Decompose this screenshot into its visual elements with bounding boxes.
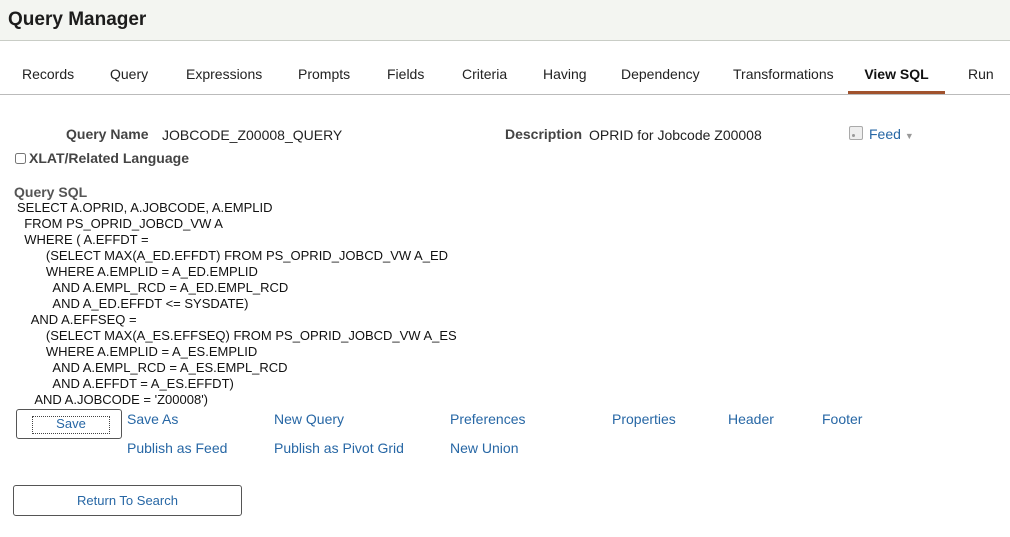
chevron-down-icon: ▼	[904, 131, 914, 141]
new-query-link[interactable]: New Query	[274, 411, 344, 427]
rss-icon	[849, 126, 863, 140]
tab-view-sql[interactable]: View SQL	[848, 58, 945, 94]
tab-records[interactable]: Records	[22, 58, 74, 92]
return-to-search-button[interactable]: Return To Search	[13, 485, 242, 516]
header-link[interactable]: Header	[728, 411, 774, 427]
tab-bar: Records Query Expressions Prompts Fields…	[0, 58, 1010, 95]
tab-prompts[interactable]: Prompts	[298, 58, 350, 92]
page-header: Query Manager	[0, 0, 1010, 41]
tab-dependency[interactable]: Dependency	[621, 58, 700, 92]
save-button-label: Save	[32, 416, 110, 434]
tab-having[interactable]: Having	[543, 58, 587, 92]
feed-menu[interactable]: Feed ▼	[849, 126, 914, 142]
tab-transformations[interactable]: Transformations	[733, 58, 834, 92]
tab-run[interactable]: Run	[968, 58, 994, 92]
footer-link[interactable]: Footer	[822, 411, 862, 427]
xlat-checkbox[interactable]	[15, 153, 26, 164]
query-name-value: JOBCODE_Z00008_QUERY	[162, 127, 343, 143]
page-title: Query Manager	[8, 9, 147, 30]
tab-criteria[interactable]: Criteria	[462, 58, 507, 92]
description-label: Description	[505, 126, 583, 142]
publish-as-feed-link[interactable]: Publish as Feed	[127, 440, 227, 456]
tab-fields[interactable]: Fields	[387, 58, 424, 92]
tab-query[interactable]: Query	[110, 58, 148, 92]
publish-as-pivot-grid-link[interactable]: Publish as Pivot Grid	[274, 440, 404, 456]
tab-expressions[interactable]: Expressions	[186, 58, 262, 92]
query-sql-heading: Query SQL	[14, 184, 88, 200]
save-as-link[interactable]: Save As	[127, 411, 178, 427]
preferences-link[interactable]: Preferences	[450, 411, 525, 427]
xlat-label: XLAT/Related Language	[29, 150, 189, 166]
query-sql-text: SELECT A.OPRID, A.JOBCODE, A.EMPLID FROM…	[17, 200, 457, 407]
save-button[interactable]: Save	[16, 409, 122, 439]
xlat-option: XLAT/Related Language	[15, 150, 189, 166]
new-union-link[interactable]: New Union	[450, 440, 518, 456]
properties-link[interactable]: Properties	[612, 411, 676, 427]
query-name-label: Query Name	[66, 126, 149, 142]
description-value: OPRID for Jobcode Z00008	[589, 127, 762, 143]
feed-label: Feed	[869, 126, 901, 142]
